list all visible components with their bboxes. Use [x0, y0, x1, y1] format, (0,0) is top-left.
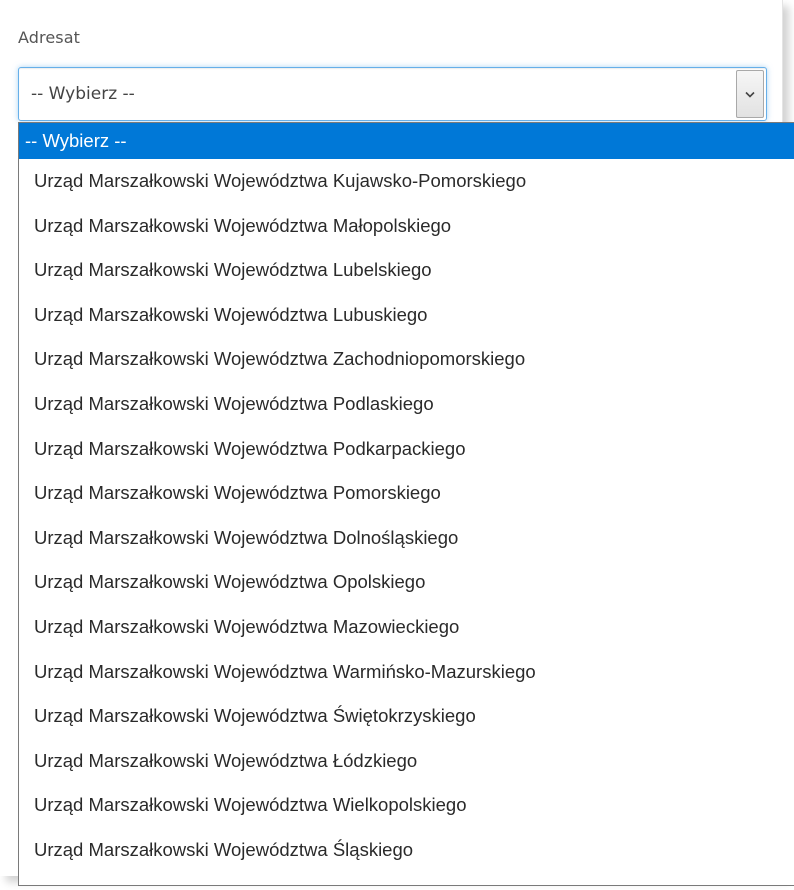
option-podkarpackie[interactable]: Urząd Marszałkowski Województwa Podkarpa…: [19, 427, 794, 472]
option-pomorskie[interactable]: Urząd Marszałkowski Województwa Pomorski…: [19, 471, 794, 516]
option-slaskie[interactable]: Urząd Marszałkowski Województwa Śląskieg…: [19, 828, 794, 873]
option-lodzkie[interactable]: Urząd Marszałkowski Województwa Łódzkieg…: [19, 739, 794, 784]
chevron-down-icon: [745, 91, 755, 98]
option-kujawsko-pomorskie[interactable]: Urząd Marszałkowski Województwa Kujawsko…: [19, 159, 794, 204]
option-wybierz[interactable]: -- Wybierz --: [19, 123, 794, 159]
option-swietokrzyskie[interactable]: Urząd Marszałkowski Województwa Świętokr…: [19, 694, 794, 739]
option-mazowieckie[interactable]: Urząd Marszałkowski Województwa Mazowiec…: [19, 605, 794, 650]
option-opolskie[interactable]: Urząd Marszałkowski Województwa Opolskie…: [19, 560, 794, 605]
option-malopolskie[interactable]: Urząd Marszałkowski Województwa Małopols…: [19, 204, 794, 249]
option-zachodniopomorskie[interactable]: Urząd Marszałkowski Województwa Zachodni…: [19, 337, 794, 382]
option-dolnoslaskie[interactable]: Urząd Marszałkowski Województwa Dolnoślą…: [19, 516, 794, 561]
adresat-select[interactable]: -- Wybierz --: [18, 67, 767, 121]
adresat-options-list[interactable]: -- Wybierz -- Urząd Marszałkowski Wojewó…: [18, 122, 794, 886]
option-podlaskie[interactable]: Urząd Marszałkowski Województwa Podlaski…: [19, 382, 794, 427]
option-warminsko-mazurskie[interactable]: Urząd Marszałkowski Województwa Warmińsk…: [19, 650, 794, 695]
option-lubuskie[interactable]: Urząd Marszałkowski Województwa Lubuskie…: [19, 293, 794, 338]
option-wielkopolskie[interactable]: Urząd Marszałkowski Województwa Wielkopo…: [19, 783, 794, 828]
option-lubelskie[interactable]: Urząd Marszałkowski Województwa Lubelski…: [19, 248, 794, 293]
dropdown-arrow-button[interactable]: [736, 70, 764, 118]
select-current-value: -- Wybierz --: [31, 84, 135, 104]
adresat-label: Adresat: [18, 28, 81, 47]
